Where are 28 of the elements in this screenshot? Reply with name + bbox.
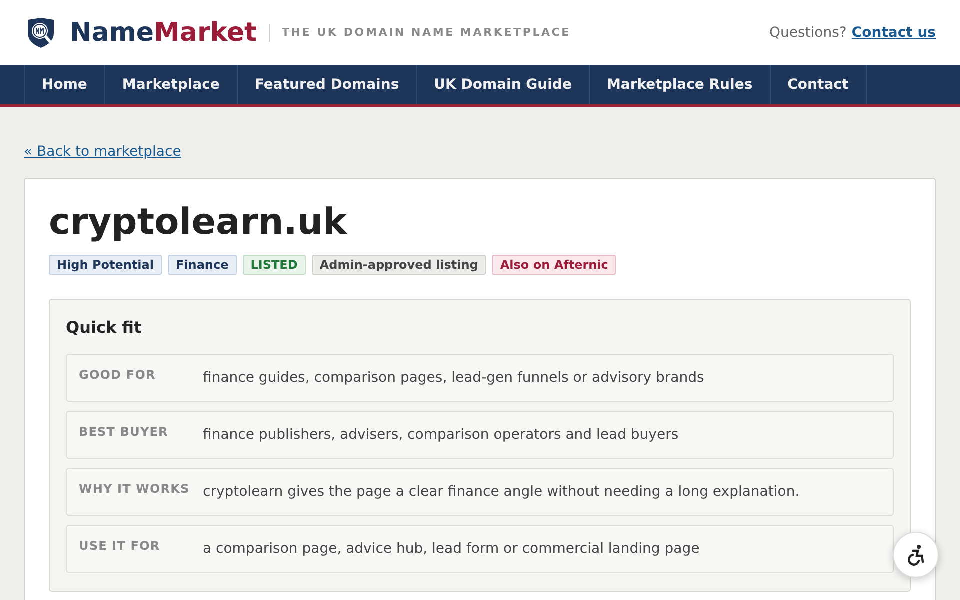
site-logo[interactable]: NameMarket [70,18,257,48]
fit-value: finance guides, comparison pages, lead-gen funnels or advisory brands [203,370,704,387]
wheelchair-icon [906,544,926,566]
fit-value: finance publishers, advisers, comparison operators and lead buyers [203,427,679,444]
fit-value: a comparison page, advice hub, lead form or commercial landing page [203,541,700,558]
contact-prompt: Questions? [769,24,847,40]
nav-link[interactable]: Marketplace Rules [588,65,770,104]
panel-title: Quick fit [66,318,143,337]
fit-label: GOOD FOR [79,368,157,384]
fit-label: WHY IT WORKS [79,482,191,498]
nav-link[interactable]: Featured Domains [236,65,416,104]
nav-link[interactable]: Contact [770,65,867,104]
back-link[interactable]: « Back to marketplace [24,144,182,160]
nav-link[interactable]: Home [24,65,104,104]
site-tagline: THE UK DOMAIN NAME MARKETPLACE [282,26,571,39]
fit-value: cryptolearn gives the page a clear finance angle without needing a long explanation. [203,484,800,501]
domain-tag: LISTED [242,255,306,275]
domain-name: cryptolearn.uk [49,201,348,245]
nav-link[interactable]: UK Domain Guide [416,65,589,104]
nav-link[interactable]: Marketplace [104,65,237,104]
contact-link[interactable]: Contact us [852,24,936,40]
domain-tag: Finance [168,255,237,275]
shield-logo-icon [26,16,56,48]
fit-label: BEST BUYER [79,425,170,441]
domain-tag: High Potential [49,255,162,275]
domain-tag: Admin-approved listing [312,255,486,275]
domain-tag: Also on Afternic [492,255,616,275]
fit-label: USE IT FOR [79,539,162,555]
